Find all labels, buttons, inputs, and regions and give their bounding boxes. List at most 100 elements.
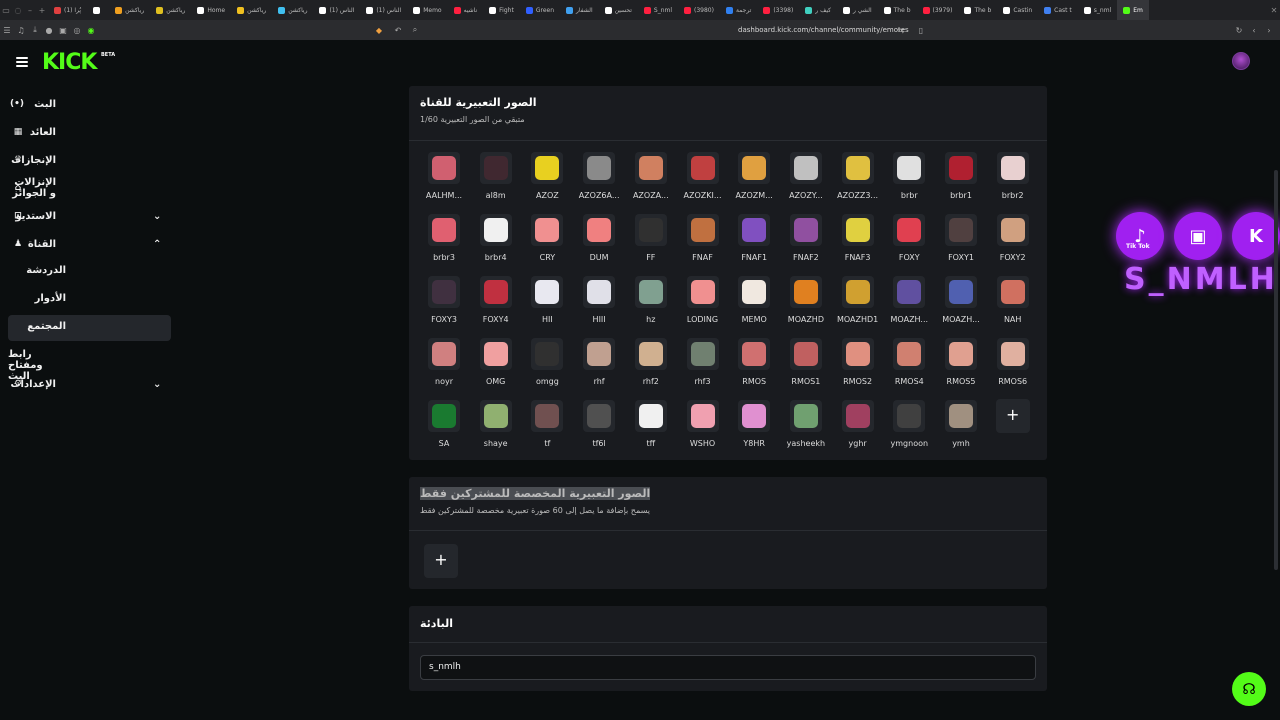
emote-item[interactable]: MEMO (730, 276, 778, 332)
emote-item[interactable]: RMOS6 (989, 338, 1037, 394)
browser-tab[interactable]: Home (191, 0, 231, 20)
emote-item[interactable]: FNAF (679, 214, 727, 270)
close-tab-icon[interactable]: ✕ (1268, 6, 1280, 15)
browser-tab[interactable]: The b (878, 0, 917, 20)
avatar[interactable] (1232, 52, 1250, 70)
emote-item[interactable]: LODING (679, 276, 727, 332)
emote-item[interactable]: rhf3 (679, 338, 727, 394)
emote-item[interactable]: MOAZHD1 (834, 276, 882, 332)
browser-tab[interactable]: تحسين (599, 0, 638, 20)
brave-shield-icon[interactable]: ◆ (372, 26, 386, 35)
window-menu-icon[interactable]: ▭ (0, 6, 12, 15)
emote-item[interactable]: brbr (885, 152, 933, 208)
emote-item[interactable]: NAH (989, 276, 1037, 332)
browser-tab[interactable]: الشي ر (837, 0, 878, 20)
emote-item[interactable]: brbr3 (420, 214, 468, 270)
bookmark-icon[interactable]: ▯ (914, 26, 928, 35)
browser-tab[interactable]: الشفار (560, 0, 599, 20)
emote-item[interactable]: noyr (420, 338, 468, 394)
emote-item[interactable]: shaye (472, 400, 520, 456)
emote-item[interactable]: FF (627, 214, 675, 270)
browser-tab[interactable]: رياكشن (109, 0, 150, 20)
sidebar-item-roles[interactable]: الأدوار (8, 287, 171, 313)
emote-item[interactable]: FOXY2 (989, 214, 1037, 270)
emote-item[interactable]: FNAF1 (730, 214, 778, 270)
emote-item[interactable]: FNAF3 (834, 214, 882, 270)
emote-item[interactable]: MOAZH... (885, 276, 933, 332)
browser-tab[interactable]: S_nml (638, 0, 678, 20)
sidebar-item-settings[interactable]: ⌄ ⚙ الإعدادات (8, 371, 171, 397)
emote-item[interactable]: AZOZZ3... (834, 152, 882, 208)
emote-item[interactable]: OMG (472, 338, 520, 394)
sidebar-item-chat[interactable]: الدردشة (8, 259, 171, 285)
sidebar-item-stream-key[interactable]: رابط ومفتاح البث (8, 343, 171, 382)
browser-tab[interactable]: Cast t (1038, 0, 1078, 20)
kick-logo[interactable]: KICK (42, 50, 97, 75)
emote-item[interactable]: brbr1 (937, 152, 985, 208)
emote-item[interactable]: tf (523, 400, 571, 456)
emote-item[interactable]: ymgnoon (885, 400, 933, 456)
emote-item[interactable]: HIII (575, 276, 623, 332)
nav-forward-icon[interactable]: › (1262, 26, 1276, 35)
sidebar-item-drops[interactable]: ⌂ الإنزالات و الجوائز (8, 175, 171, 201)
emote-item[interactable]: RMOS (730, 338, 778, 394)
nav-back-icon[interactable]: ‹ (1247, 26, 1261, 35)
emote-item[interactable]: AZOZ6A... (575, 152, 623, 208)
sidebar-item-achievements[interactable]: ♛ الإنجازات (8, 147, 171, 173)
browser-tab[interactable]: كيف ر (799, 0, 837, 20)
emote-item[interactable]: FOXY1 (937, 214, 985, 270)
sidebar-item-studio[interactable]: ⌄ ⊡ الاستديو (8, 203, 171, 229)
translate-icon[interactable]: ⇆ (894, 26, 908, 35)
vpn-icon[interactable]: ◉ (84, 26, 98, 35)
add-emote-button[interactable]: + (995, 399, 1030, 433)
emote-item[interactable]: RMOS4 (885, 338, 933, 394)
browser-tab[interactable] (87, 0, 109, 20)
screenshot-icon[interactable]: ▣ (56, 26, 70, 35)
music-icon[interactable]: ♫ (14, 26, 28, 35)
emote-item[interactable]: HII (523, 276, 571, 332)
browser-tab[interactable]: The b (958, 0, 997, 20)
browser-tab[interactable]: (3980) (678, 0, 720, 20)
emote-item[interactable]: hz (627, 276, 675, 332)
browser-tab[interactable]: (1) الناس (360, 0, 407, 20)
url-text[interactable]: dashboard.kick.com/channel/community/emo… (738, 26, 909, 34)
menu-icon[interactable] (16, 57, 28, 67)
browser-tab[interactable]: Castin (997, 0, 1038, 20)
refresh-icon[interactable]: ↻ (1232, 26, 1246, 35)
minus-icon[interactable]: – (24, 6, 36, 15)
extension-icon[interactable]: ● (42, 26, 56, 35)
emote-item[interactable]: FNAF2 (782, 214, 830, 270)
emote-item[interactable]: Y8HR (730, 400, 778, 456)
emote-item[interactable]: FOXY4 (472, 276, 520, 332)
back-icon[interactable]: ↶ (391, 26, 405, 35)
emote-item[interactable]: AZOZ (523, 152, 571, 208)
sidebar-item-broadcast[interactable]: (•) البث (8, 91, 171, 117)
search-icon[interactable]: ⌕ (408, 25, 422, 35)
browser-tab[interactable]: s_nml (1078, 0, 1117, 20)
browser-tab[interactable]: Memo (407, 0, 447, 20)
emote-item[interactable]: tff (627, 400, 675, 456)
emote-item[interactable]: brbr2 (989, 152, 1037, 208)
browser-tab[interactable]: رياكشن (272, 0, 313, 20)
emote-item[interactable]: FOXY (885, 214, 933, 270)
emote-item[interactable]: AALHM... (420, 152, 468, 208)
emote-item[interactable]: MOAZH... (937, 276, 985, 332)
browser-tab[interactable]: ترجمة (720, 0, 757, 20)
browser-tab[interactable]: Fight (483, 0, 520, 20)
emote-item[interactable]: omgg (523, 338, 571, 394)
download-icon[interactable]: ⤓ (28, 25, 42, 35)
emote-item[interactable]: rhf2 (627, 338, 675, 394)
emote-item[interactable]: DUM (575, 214, 623, 270)
browser-tab[interactable]: Green (520, 0, 560, 20)
emote-item[interactable]: AZOZY... (782, 152, 830, 208)
scrollbar[interactable] (1274, 170, 1278, 570)
sidebar-toggle-icon[interactable]: ☰ (0, 26, 14, 35)
sidebar-item-revenue[interactable]: ▦ العائد (8, 119, 171, 145)
add-subscriber-emote-button[interactable]: + (424, 544, 458, 578)
emote-item[interactable]: AZOZM... (730, 152, 778, 208)
browser-tab[interactable]: رياكشن (150, 0, 191, 20)
whatsapp-icon[interactable]: ◎ (70, 26, 84, 35)
emote-item[interactable]: AZOZKI... (679, 152, 727, 208)
browser-tab[interactable]: (1) پُرا (48, 0, 87, 20)
emote-item[interactable]: RMOS2 (834, 338, 882, 394)
